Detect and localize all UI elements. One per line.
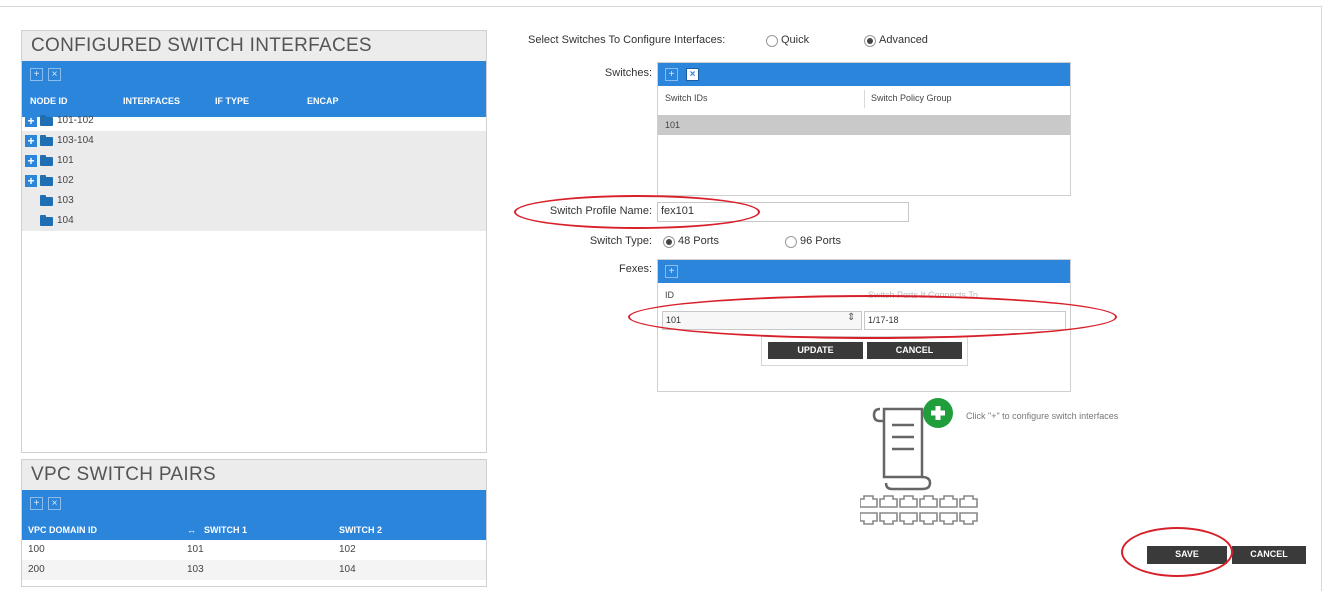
tree-row[interactable]: + 102 <box>22 171 486 191</box>
48-ports-label[interactable]: 48 Ports <box>678 235 719 247</box>
vpc-column-headers: VPC DOMAIN ID ↔ SWITCH 1 SWITCH 2 <box>22 522 486 538</box>
vpc-switch-2: 102 <box>339 544 356 555</box>
advanced-label[interactable]: Advanced <box>879 34 928 46</box>
col-switch-policy-group[interactable]: Switch Policy Group <box>871 93 952 103</box>
update-button[interactable]: UPDATE <box>768 342 863 359</box>
folder-icon <box>40 115 53 126</box>
cancel-row-button[interactable]: CANCEL <box>867 342 962 359</box>
vpc-switch-2: 104 <box>339 564 356 575</box>
tree-row-label: 104 <box>57 215 74 226</box>
tree-row[interactable]: 103 <box>22 191 486 211</box>
cancel-button[interactable]: CANCEL <box>1232 546 1306 564</box>
table-row[interactable]: 200 103 104 <box>22 560 486 580</box>
96-ports-radio[interactable] <box>785 236 797 248</box>
switch-type-label: Switch Type: <box>589 235 652 247</box>
configure-hint-text: Click "+" to configure switch interfaces <box>966 411 1119 421</box>
folder-icon <box>40 135 53 146</box>
switches-grid: + × Switch IDs Switch Policy Group 101 <box>657 62 1071 196</box>
col-switch-1[interactable]: SWITCH 1 <box>204 522 247 538</box>
configured-toolbar: + × NODE ID INTERFACES IF TYPE ENCAP <box>22 61 486 117</box>
column-divider <box>864 90 865 108</box>
expand-icon[interactable]: + <box>25 155 37 167</box>
switches-label: Switches: <box>604 67 652 79</box>
fexes-label: Fexes: <box>618 263 652 275</box>
configured-panel-title: CONFIGURED SWITCH INTERFACES <box>22 31 486 61</box>
col-interfaces[interactable]: INTERFACES <box>123 93 180 109</box>
col-if-type[interactable]: IF TYPE <box>215 93 249 109</box>
configure-illustration <box>860 398 978 525</box>
vpc-switch-1: 103 <box>187 564 204 575</box>
plus-badge-icon <box>923 398 953 428</box>
folder-icon <box>40 175 53 186</box>
advanced-radio[interactable] <box>864 35 876 47</box>
vpc-toolbar: + × VPC DOMAIN ID ↔ SWITCH 1 SWITCH 2 <box>22 490 486 540</box>
tree-row-label: 103 <box>57 195 74 206</box>
vpc-domain-id: 100 <box>28 544 45 555</box>
plus-icon[interactable]: + <box>665 68 678 81</box>
vpc-switch-1: 101 <box>187 544 204 555</box>
x-icon[interactable]: × <box>48 497 61 510</box>
highlight-oval <box>628 295 1117 339</box>
col-switch-ids[interactable]: Switch IDs <box>665 93 708 103</box>
quick-radio[interactable] <box>766 35 778 47</box>
table-row[interactable]: 101 <box>658 115 1070 135</box>
expand-icon[interactable]: + <box>25 175 37 187</box>
tree-row[interactable]: 104 <box>22 211 486 231</box>
expand-icon[interactable]: + <box>25 115 37 127</box>
plus-icon[interactable]: + <box>665 265 678 278</box>
switch-ports-icon <box>860 495 978 525</box>
vpc-switch-pairs-panel: VPC SWITCH PAIRS + × VPC DOMAIN ID ↔ SWI… <box>21 459 487 587</box>
expand-icon[interactable]: + <box>25 135 37 147</box>
col-node-id[interactable]: NODE ID <box>30 93 68 109</box>
switches-column-headers: Switch IDs Switch Policy Group <box>658 90 1070 108</box>
configured-column-headers: NODE ID INTERFACES IF TYPE ENCAP <box>22 93 486 109</box>
folder-icon <box>40 155 53 166</box>
highlight-oval <box>514 195 760 229</box>
table-row[interactable]: 100 101 102 <box>22 540 486 560</box>
highlight-oval <box>1121 527 1233 577</box>
col-encap[interactable]: ENCAP <box>307 93 339 109</box>
tree-row-label: 103-104 <box>57 135 94 146</box>
folder-icon <box>40 215 53 226</box>
folder-icon <box>40 195 53 206</box>
configured-switch-interfaces-panel: CONFIGURED SWITCH INTERFACES + × NODE ID… <box>21 30 487 453</box>
tree-row-label: 101-102 <box>57 115 94 126</box>
right-border <box>1321 6 1322 591</box>
vpc-panel-title: VPC SWITCH PAIRS <box>22 460 486 490</box>
x-icon[interactable]: × <box>48 68 61 81</box>
col-switch-2[interactable]: SWITCH 2 <box>339 522 382 538</box>
tree-row[interactable]: + 103-104 <box>22 131 486 151</box>
fexes-toolbar: + <box>658 260 1070 283</box>
vpc-domain-id: 200 <box>28 564 45 575</box>
document-icon <box>872 407 932 491</box>
sort-icon: ↔ <box>187 525 196 535</box>
x-icon[interactable]: × <box>686 68 699 81</box>
col-vpc-domain-id[interactable]: VPC DOMAIN ID <box>28 522 97 538</box>
tree-row[interactable]: + 101 <box>22 151 486 171</box>
select-switches-label: Select Switches To Configure Interfaces: <box>528 34 726 46</box>
quick-label[interactable]: Quick <box>781 34 809 46</box>
col-fex-id[interactable]: ID <box>665 290 674 300</box>
plus-icon[interactable]: + <box>30 497 43 510</box>
tree-row[interactable]: + 101-102 <box>22 111 486 131</box>
top-border <box>0 6 1322 7</box>
96-ports-label[interactable]: 96 Ports <box>800 235 841 247</box>
plus-icon[interactable]: + <box>30 68 43 81</box>
tree-row-label: 101 <box>57 155 74 166</box>
tree-row-label: 102 <box>57 175 74 186</box>
switch-id-cell: 101 <box>665 120 681 130</box>
48-ports-radio[interactable] <box>663 236 675 248</box>
switches-toolbar: + × <box>658 63 1070 86</box>
